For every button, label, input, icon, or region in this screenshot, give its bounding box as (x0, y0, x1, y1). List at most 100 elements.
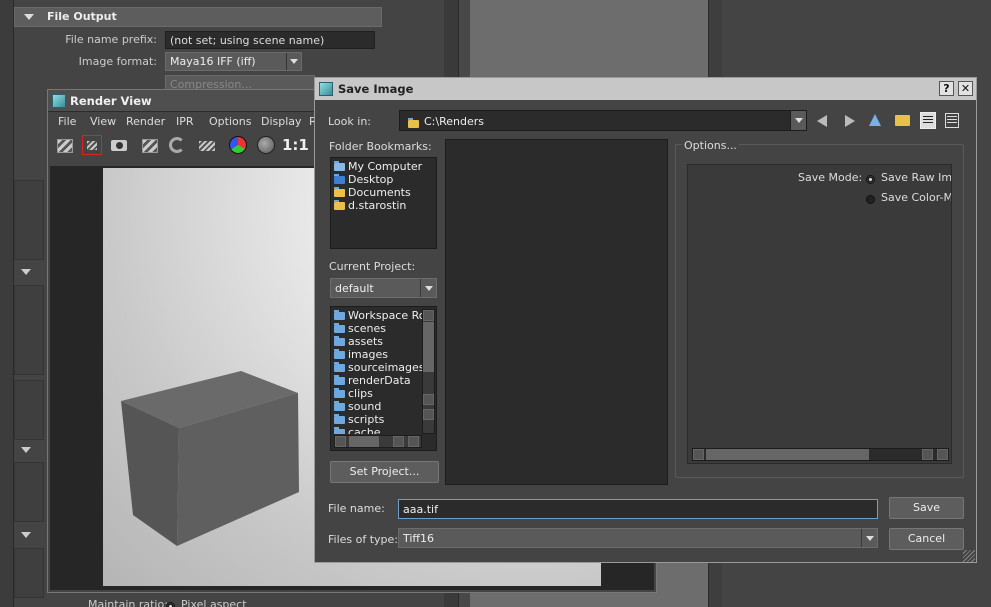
project-folder-item[interactable]: scripts (334, 413, 422, 426)
folder-label: scripts (348, 413, 385, 426)
menu-display[interactable]: Display (261, 115, 302, 128)
folder-icon (334, 349, 345, 359)
scroll-up-icon[interactable] (423, 394, 434, 405)
save-image-titlebar[interactable]: Save Image ? ✕ (315, 78, 976, 100)
current-project-dropdown[interactable]: default (330, 278, 437, 298)
folder-label: images (348, 348, 388, 361)
project-folder-item[interactable]: renderData (334, 374, 422, 387)
collapse-triangle-icon[interactable] (21, 269, 31, 275)
scroll-left-icon[interactable] (335, 436, 346, 447)
ae-row-block (14, 180, 44, 260)
look-in-combo[interactable]: C:\Renders (399, 110, 807, 131)
pixel-aspect-radio[interactable] (166, 600, 180, 607)
detail-view-icon[interactable] (945, 113, 959, 128)
menu-file[interactable]: File (58, 115, 76, 128)
project-folder-item[interactable]: sound (334, 400, 422, 413)
project-folder-item[interactable]: assets (334, 335, 422, 348)
folder-label: sound (348, 400, 382, 413)
project-folder-item[interactable]: cache (334, 426, 422, 434)
radio-icon (866, 175, 875, 184)
menu-render[interactable]: Render (126, 115, 165, 128)
documents-icon (334, 187, 345, 197)
help-button[interactable]: ? (939, 81, 954, 96)
file-list-pane[interactable] (445, 139, 668, 485)
folder-icon (408, 118, 419, 128)
chevron-down-icon (420, 279, 436, 297)
resize-grip-icon[interactable] (963, 550, 975, 562)
render-region-icon[interactable] (82, 135, 102, 155)
project-folder-item[interactable]: Workspace Roo (334, 309, 422, 322)
look-in-label: Look in: (328, 115, 371, 128)
maya-app-icon (52, 94, 66, 108)
save-image-dialog: Save Image ? ✕ Look in: C:\Renders Folde… (314, 77, 977, 563)
forward-arrow-icon[interactable] (845, 115, 855, 127)
image-format-dropdown[interactable]: Maya16 IFF (iff) (165, 52, 302, 71)
folder-bookmarks-label: Folder Bookmarks: (329, 140, 432, 153)
bookmark-desktop[interactable]: Desktop (334, 173, 433, 186)
folder-label: Workspace Roo (348, 309, 422, 322)
pixel-aspect-label: Pixel aspect (181, 598, 247, 607)
scroll-down-icon[interactable] (423, 409, 434, 420)
save-button[interactable]: Save (889, 497, 964, 519)
cancel-button[interactable]: Cancel (889, 528, 964, 550)
scroll-thumb[interactable] (706, 449, 869, 460)
file-output-section-header[interactable]: File Output (14, 7, 382, 27)
menu-view[interactable]: View (90, 115, 116, 128)
collapse-triangle-icon[interactable] (24, 14, 34, 20)
scroll-left-icon[interactable] (393, 436, 404, 447)
vertical-scrollbar[interactable] (422, 309, 435, 434)
alpha-channel-icon[interactable] (256, 135, 276, 155)
bookmark-documents[interactable]: Documents (334, 186, 433, 199)
bookmark-user[interactable]: d.starostin (334, 199, 433, 212)
close-button[interactable]: ✕ (958, 81, 973, 96)
left-panel-strip (0, 0, 14, 607)
render-clapper-icon[interactable] (57, 139, 73, 153)
project-folder-item[interactable]: scenes (334, 322, 422, 335)
collapse-triangle-icon[interactable] (21, 532, 31, 538)
save-color-managed-radio[interactable] (866, 193, 880, 206)
file-name-prefix-label: File name prefix: (65, 33, 157, 46)
ae-row-block (14, 285, 44, 375)
scroll-thumb[interactable] (423, 322, 434, 372)
render-view-title: Render View (70, 94, 152, 108)
color-channels-icon[interactable] (228, 135, 248, 155)
project-folder-item[interactable]: sourceimages (334, 361, 422, 374)
collapse-triangle-icon[interactable] (21, 447, 31, 453)
ae-row-block (14, 462, 44, 522)
scroll-up-icon[interactable] (423, 310, 434, 321)
parent-directory-icon[interactable] (869, 114, 881, 126)
scroll-left-icon[interactable] (922, 449, 933, 460)
desktop-icon (334, 174, 345, 184)
back-arrow-icon[interactable] (817, 115, 827, 127)
ratio-1to1-button[interactable]: 1:1 (282, 136, 309, 156)
render-settings-icon[interactable] (197, 135, 217, 155)
scroll-right-icon[interactable] (937, 449, 948, 460)
file-name-prefix-field[interactable]: (not set; using scene name) (165, 31, 375, 49)
scroll-thumb[interactable] (349, 436, 379, 447)
project-folder-item[interactable]: images (334, 348, 422, 361)
files-of-type-dropdown[interactable]: Tiff16 (398, 528, 878, 548)
folder-label: sourceimages (348, 361, 422, 374)
horizontal-scrollbar[interactable] (334, 435, 422, 448)
refresh-icon[interactable] (167, 135, 187, 155)
snapshot-camera-icon[interactable] (109, 135, 129, 155)
scroll-right-icon[interactable] (408, 436, 419, 447)
scroll-left-icon[interactable] (693, 449, 704, 460)
ipr-clapper-icon[interactable] (142, 139, 158, 153)
set-project-button[interactable]: Set Project... (330, 461, 439, 483)
menu-options[interactable]: Options (209, 115, 251, 128)
user-folder-icon (334, 200, 345, 210)
menu-ipr[interactable]: IPR (176, 115, 194, 128)
bookmarks-list: My Computer Desktop Documents d.starosti… (330, 157, 437, 249)
options-horizontal-scrollbar[interactable] (692, 448, 949, 461)
maintain-ratio-label: Maintain ratio: (88, 598, 168, 607)
list-view-icon[interactable] (920, 112, 936, 129)
look-in-value: C:\Renders (424, 115, 484, 128)
new-folder-icon[interactable] (895, 115, 910, 126)
save-raw-image-radio[interactable] (866, 173, 880, 186)
bookmark-my-computer[interactable]: My Computer (334, 160, 433, 173)
ae-row-block (14, 548, 44, 598)
current-project-label: Current Project: (329, 260, 416, 273)
project-folder-item[interactable]: clips (334, 387, 422, 400)
file-name-input[interactable]: aaa.tif (398, 499, 878, 519)
